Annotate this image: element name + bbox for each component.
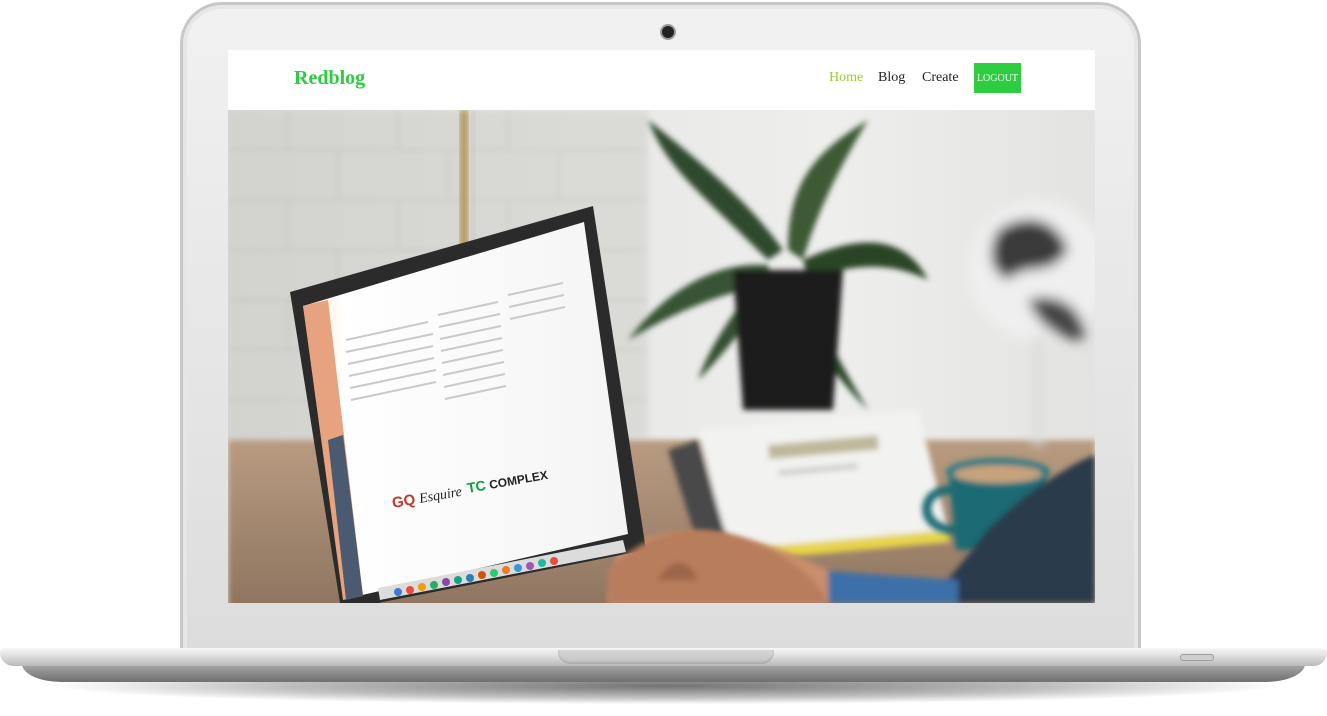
nav-home-link[interactable]: Home: [829, 70, 863, 86]
navbar: Redblog Home Blog Create LOGOUT: [228, 50, 1095, 110]
nav-create-link[interactable]: Create: [922, 70, 959, 86]
lamp-pole: [471, 110, 475, 250]
laptop-port: [1180, 654, 1214, 661]
globe-illustration: [968, 200, 1095, 445]
laptop-base-underside: [22, 664, 1305, 682]
camera-icon: [662, 26, 674, 38]
lamp-pole: [460, 110, 468, 250]
plant-illustration: [628, 120, 928, 410]
brand-logo[interactable]: Redblog: [294, 67, 365, 90]
nav-blog-link[interactable]: Blog: [878, 70, 905, 86]
svg-text:TC: TC: [466, 477, 487, 496]
laptop-hinge-notch: [558, 650, 774, 664]
laptop-screen: Redblog Home Blog Create LOGOUT GQ Esqui…: [228, 50, 1095, 603]
hero-image: GQ Esquire TC COMPLEX: [228, 110, 1095, 603]
logout-button[interactable]: LOGOUT: [974, 63, 1021, 93]
hero-photo-illustration: GQ Esquire TC COMPLEX: [228, 110, 1095, 603]
